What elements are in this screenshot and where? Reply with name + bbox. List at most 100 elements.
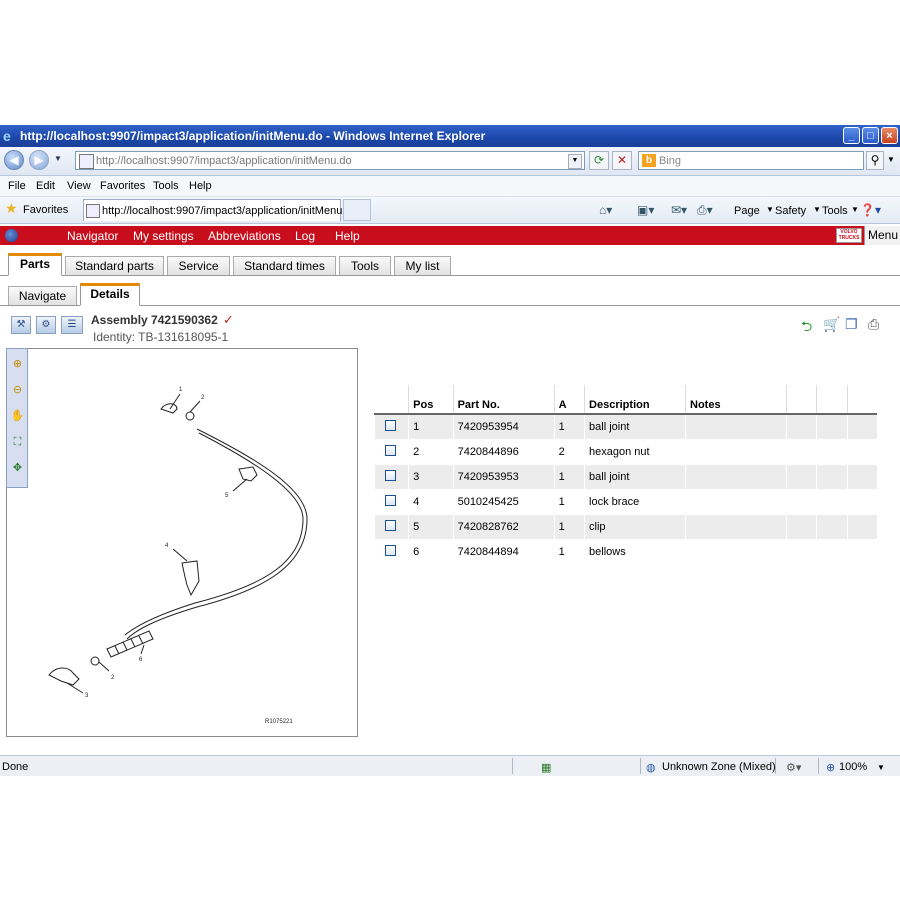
- search-input[interactable]: b Bing: [638, 151, 864, 170]
- row-checkbox[interactable]: [385, 470, 396, 481]
- favorites-button[interactable]: Favorites: [23, 204, 68, 216]
- menu-log[interactable]: Log: [295, 229, 315, 243]
- app-menu-button[interactable]: Menu: [864, 226, 900, 245]
- cell-part-no[interactable]: 7420844896: [452, 439, 555, 465]
- row-checkbox[interactable]: [385, 545, 396, 556]
- address-input[interactable]: http://localhost:9907/impact3/applicatio…: [75, 151, 585, 170]
- zoom-icon[interactable]: ⊕: [826, 761, 835, 774]
- tab-tools[interactable]: Tools: [339, 256, 391, 275]
- copy-icon[interactable]: ❐: [845, 316, 858, 333]
- safety-menu[interactable]: Safety: [775, 205, 806, 217]
- zoom-out-icon[interactable]: ⊖: [10, 383, 25, 398]
- table-row[interactable]: 1 7420953954 1 ball joint: [373, 414, 877, 440]
- cell-part-no[interactable]: 5010245425: [452, 489, 555, 515]
- assembly-title: Assembly 7421590362: [91, 313, 218, 327]
- table-row[interactable]: 3 7420953953 1 ball joint: [373, 464, 877, 490]
- close-button[interactable]: ×: [881, 127, 898, 144]
- menu-tools[interactable]: Tools: [153, 180, 179, 192]
- zoom-level[interactable]: 100%: [839, 761, 867, 773]
- header-extra-3: [846, 385, 877, 415]
- search-options-icon[interactable]: ▼: [887, 155, 895, 164]
- header-pos[interactable]: Pos: [408, 385, 454, 415]
- row-checkbox[interactable]: [385, 445, 396, 456]
- cell-description: lock brace: [584, 489, 686, 515]
- tab-my-list[interactable]: My list: [394, 256, 451, 275]
- menu-file[interactable]: File: [8, 180, 26, 192]
- browser-tab[interactable]: http://localhost:9907/impact3/applicatio…: [83, 199, 358, 221]
- window-title: http://localhost:9907/impact3/applicatio…: [20, 129, 486, 143]
- cell-part-no[interactable]: 7420953953: [452, 464, 555, 490]
- subtab-details[interactable]: Details: [80, 283, 140, 306]
- cell-part-no[interactable]: 7420828762: [452, 514, 555, 540]
- feeds-icon[interactable]: ▣▾: [637, 203, 654, 217]
- menu-view[interactable]: View: [67, 180, 91, 192]
- zoom-in-icon[interactable]: ⊕: [10, 357, 25, 372]
- home-icon[interactable]: ⌂▾: [599, 203, 612, 217]
- cell-pos: 1: [408, 414, 454, 440]
- browser-tab-title: http://localhost:9907/impact3/applicatio…: [102, 205, 358, 217]
- menu-navigator[interactable]: Navigator: [67, 229, 118, 243]
- menu-help-app[interactable]: Help: [335, 229, 360, 243]
- assembly-identity: Identity: TB-131618095-1: [93, 330, 229, 344]
- print-icon[interactable]: ⎙▾: [697, 203, 713, 218]
- cell-part-no[interactable]: 7420953954: [452, 414, 555, 440]
- fit-to-window-icon[interactable]: ⛶: [10, 435, 25, 450]
- search-icon[interactable]: ⚲: [866, 151, 884, 170]
- zoom-dropdown-icon[interactable]: ▼: [877, 763, 885, 772]
- bing-icon: b: [642, 154, 656, 167]
- document-icon[interactable]: ☰: [61, 316, 83, 334]
- recent-pages-icon[interactable]: ▼: [54, 154, 62, 163]
- forward-button[interactable]: ▶: [29, 150, 49, 170]
- table-row[interactable]: 4 5010245425 1 lock brace: [373, 489, 877, 515]
- browser-window: e http://localhost:9907/impact3/applicat…: [0, 125, 900, 776]
- security-zone[interactable]: Unknown Zone (Mixed): [662, 761, 776, 773]
- check-mark-icon[interactable]: ✓: [223, 312, 234, 328]
- tab-service[interactable]: Service: [167, 256, 230, 275]
- table-row[interactable]: 5 7420828762 1 clip: [373, 514, 877, 540]
- new-tab-button[interactable]: [343, 199, 371, 221]
- back-arrow-icon[interactable]: ⮌: [801, 316, 812, 340]
- mail-icon[interactable]: ✉▾: [671, 203, 687, 217]
- printer-icon[interactable]: ⎙: [868, 316, 879, 333]
- cell-a: 1: [553, 464, 585, 490]
- help-icon[interactable]: ❓▾: [860, 203, 881, 217]
- header-part-no[interactable]: Part No.: [452, 385, 555, 415]
- subtab-navigate[interactable]: Navigate: [8, 286, 77, 305]
- protected-mode-icon[interactable]: ⚙▾: [786, 761, 801, 774]
- cart-icon[interactable]: 🛒: [823, 316, 840, 333]
- menu-abbreviations[interactable]: Abbreviations: [208, 229, 281, 243]
- header-a[interactable]: A: [553, 385, 585, 415]
- address-toolbar: ◀ ▶ ▼ http://localhost:9907/impact3/appl…: [0, 147, 900, 176]
- menu-favorites[interactable]: Favorites: [100, 180, 145, 192]
- tool-icon[interactable]: ⚙: [36, 316, 56, 334]
- back-button[interactable]: ◀: [4, 150, 24, 170]
- table-row[interactable]: 2 7420844896 2 hexagon nut: [373, 439, 877, 465]
- cell-part-no[interactable]: 7420844894: [452, 539, 555, 565]
- header-notes[interactable]: Notes: [685, 385, 787, 415]
- row-checkbox[interactable]: [385, 495, 396, 506]
- menu-my-settings[interactable]: My settings: [133, 229, 194, 243]
- wrench-icon[interactable]: ⚒: [11, 316, 31, 334]
- address-dropdown-icon[interactable]: ▼: [568, 154, 582, 169]
- page-menu[interactable]: Page: [734, 205, 760, 217]
- cell-notes: [685, 414, 787, 440]
- menu-help[interactable]: Help: [189, 180, 212, 192]
- table-row[interactable]: 6 7420844894 1 bellows: [373, 539, 877, 565]
- safety-menu-arrow-icon: ▼: [813, 205, 821, 214]
- menu-edit[interactable]: Edit: [36, 180, 55, 192]
- tab-standard-times[interactable]: Standard times: [233, 256, 336, 275]
- favorites-star-icon[interactable]: ★: [5, 200, 18, 217]
- header-select: [374, 385, 409, 415]
- row-checkbox[interactable]: [385, 520, 396, 531]
- pan-hand-icon[interactable]: ✋: [10, 409, 25, 424]
- refresh-icon[interactable]: ⟳: [589, 151, 609, 170]
- header-description[interactable]: Description: [584, 385, 686, 415]
- tools-menu[interactable]: Tools: [822, 205, 848, 217]
- maximize-button[interactable]: □: [862, 127, 879, 144]
- tab-parts[interactable]: Parts: [8, 253, 62, 276]
- move-icon[interactable]: ✥: [10, 461, 25, 476]
- row-checkbox[interactable]: [385, 420, 396, 431]
- stop-icon[interactable]: ✕: [612, 151, 632, 170]
- tab-standard-parts[interactable]: Standard parts: [65, 256, 164, 275]
- minimize-button[interactable]: _: [843, 127, 860, 144]
